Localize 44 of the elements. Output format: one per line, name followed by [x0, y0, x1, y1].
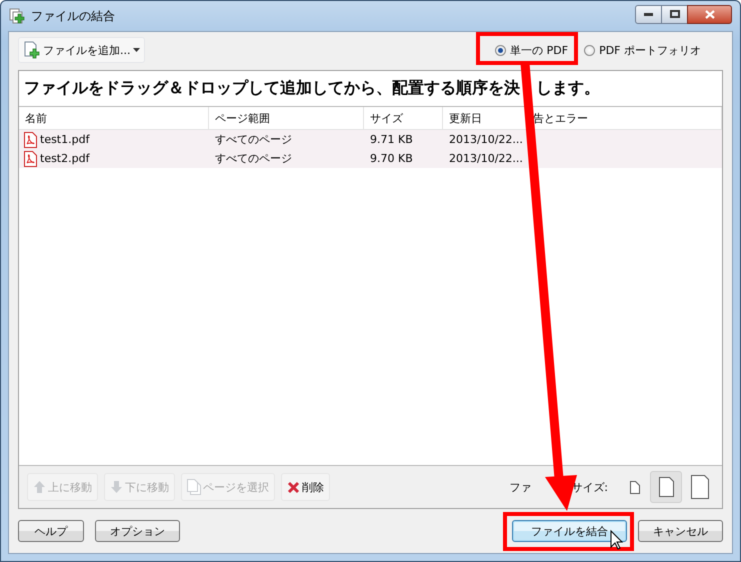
dialog-button[interactable]: キャンセル	[638, 520, 723, 542]
pdf-file-icon	[24, 150, 37, 166]
minimize-icon	[644, 12, 653, 16]
page-icon	[691, 475, 709, 499]
table-cell: 2013/10/22...	[443, 149, 527, 168]
close-icon	[704, 10, 714, 18]
thumbnail-size-label: ファ	[509, 480, 532, 494]
table-cell: 9.71 KB	[364, 130, 443, 149]
table-cell: test2.pdf	[19, 149, 209, 168]
radio-label: 単一の PDF	[510, 42, 568, 58]
maximize-button[interactable]	[661, 4, 688, 24]
dialog-button[interactable]: オプション	[95, 520, 180, 542]
arrow-down-icon	[110, 480, 123, 494]
maximize-icon	[670, 10, 680, 18]
table-cell: すべてのページ	[209, 130, 364, 149]
app-icon	[9, 8, 25, 24]
window-title: ファイルの結合	[31, 8, 115, 24]
column-header[interactable]: ページ範囲	[215, 110, 270, 126]
table-cell: 2013/10/22...	[443, 130, 527, 149]
add-file-icon	[23, 41, 41, 59]
table-cell: test1.pdf	[19, 130, 209, 149]
add-files-button[interactable]: ファイルを追加...	[18, 37, 144, 63]
dialog-button[interactable]: ヘルプ	[18, 520, 84, 542]
caret-icon	[132, 48, 140, 52]
pages-icon	[187, 479, 201, 495]
toolbar-button[interactable]: 削除	[281, 473, 330, 501]
instruction-text: ファイルをドラッグ＆ドロップして追加してから、配置する順序を決	[24, 78, 521, 99]
instruction-text: します。	[536, 78, 600, 99]
close-button[interactable]	[687, 4, 732, 24]
delete-icon	[287, 480, 300, 494]
radio-label: PDF ポートフォリオ	[599, 42, 701, 58]
column-header[interactable]: サイズ	[370, 110, 403, 126]
column-header[interactable]: 名前	[25, 110, 47, 126]
column-header[interactable]: 更新日	[449, 110, 482, 126]
page-icon	[658, 477, 674, 497]
pdf-file-icon	[24, 132, 37, 148]
table-cell: 9.70 KB	[364, 149, 443, 168]
page-icon	[630, 480, 640, 494]
arrow-up-icon	[33, 480, 46, 494]
table-cell: すべてのページ	[209, 149, 364, 168]
thumbnail-size-button[interactable]	[650, 471, 682, 503]
dialog-button[interactable]: ファイルを結合	[512, 520, 627, 542]
minimize-button[interactable]	[635, 4, 662, 24]
cursor-icon	[610, 530, 624, 550]
